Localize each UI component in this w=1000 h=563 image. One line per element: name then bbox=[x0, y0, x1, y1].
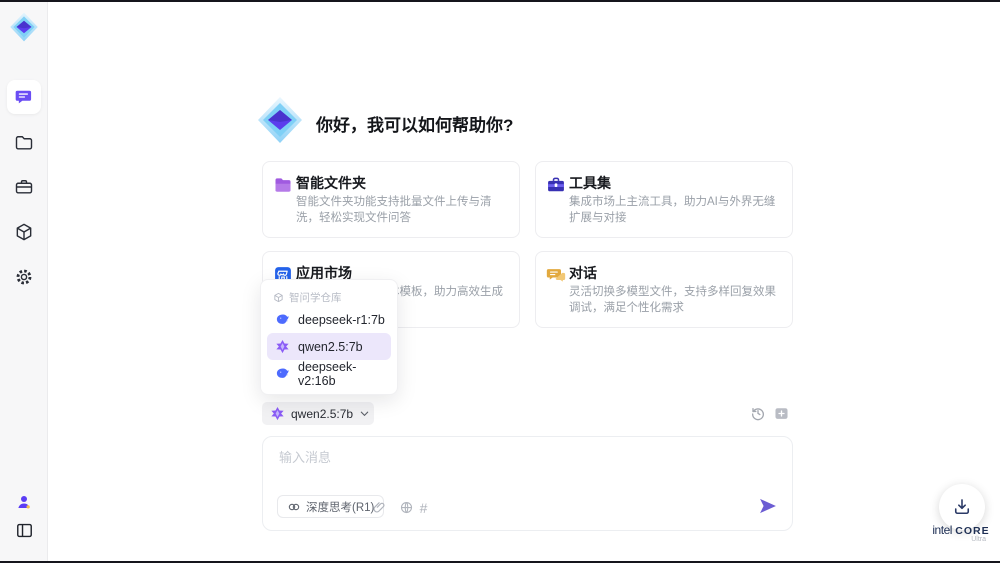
card-dialogue[interactable]: 对话 灵活切换多模型文件，支持多样回复效果调试，满足个性化需求 bbox=[535, 251, 793, 328]
sidebar-item-folders[interactable] bbox=[7, 126, 41, 160]
repo-icon bbox=[273, 292, 284, 303]
deepseek-whale-icon bbox=[275, 366, 290, 381]
sidebar-item-collapse[interactable] bbox=[7, 513, 41, 547]
folder-icon bbox=[14, 133, 34, 153]
greeting-logo-icon bbox=[256, 96, 304, 144]
sidebar-item-models[interactable] bbox=[7, 215, 41, 249]
chat-icon bbox=[14, 87, 34, 107]
greeting-title: 你好，我可以如何帮助你? bbox=[316, 116, 514, 135]
panel-icon bbox=[15, 521, 34, 540]
card-title: 智能文件夹 bbox=[296, 175, 366, 191]
model-dropdown-header: 智问学仓库 bbox=[267, 288, 391, 306]
card-title: 对话 bbox=[569, 265, 597, 281]
paperclip-icon[interactable] bbox=[371, 499, 388, 516]
card-desc: 集成市场上主流工具，助力AI与外界无缝扩展与对接 bbox=[569, 196, 776, 224]
intel-core-logo: intel CORE Ultra bbox=[926, 523, 996, 543]
deepthink-icon bbox=[287, 500, 301, 514]
globe-icon[interactable] bbox=[398, 499, 415, 516]
chat-bubbles-icon bbox=[546, 265, 566, 285]
briefcase-icon bbox=[14, 177, 34, 197]
message-input[interactable] bbox=[279, 447, 759, 487]
model-option-label: qwen2.5:7b bbox=[298, 339, 363, 354]
user-icon bbox=[15, 493, 33, 511]
toolset-briefcase-icon bbox=[546, 175, 566, 195]
model-option-deepseek-r1[interactable]: deepseek-r1:7b bbox=[267, 306, 391, 333]
intel-sub-label: Ultra bbox=[971, 536, 986, 543]
model-dropdown-menu: 智问学仓库 deepseek-r1:7b qwen2.5:7b deepseek… bbox=[260, 279, 398, 395]
card-smart-folder[interactable]: 智能文件夹 智能文件夹功能支持批量文件上传与清洗，轻松实现文件问答 bbox=[262, 161, 520, 238]
deepthink-label: 深度思考(R1) bbox=[306, 501, 375, 514]
intel-wordmark: intel bbox=[932, 523, 952, 537]
model-option-qwen[interactable]: qwen2.5:7b bbox=[267, 333, 391, 360]
card-desc: 灵活切换多模型文件，支持多样回复效果调试，满足个性化需求 bbox=[569, 286, 776, 314]
purple-folder-icon bbox=[273, 175, 293, 195]
model-option-deepseek-v2[interactable]: deepseek-v2:16b bbox=[267, 359, 391, 388]
model-option-label: deepseek-r1:7b bbox=[298, 312, 385, 327]
history-icon[interactable] bbox=[749, 404, 767, 422]
send-icon[interactable] bbox=[756, 494, 780, 518]
chevron-down-icon bbox=[359, 408, 370, 419]
gear-icon bbox=[14, 267, 34, 287]
qwen-icon bbox=[275, 339, 290, 354]
card-title: 工具集 bbox=[569, 175, 611, 191]
sidebar-item-settings[interactable] bbox=[7, 260, 41, 294]
model-selector-value: qwen2.5:7b bbox=[291, 406, 354, 421]
model-option-label: deepseek-v2:16b bbox=[298, 359, 357, 388]
card-toolset[interactable]: 工具集 集成市场上主流工具，助力AI与外界无缝扩展与对接 bbox=[535, 161, 793, 238]
model-selector-button[interactable]: qwen2.5:7b bbox=[262, 402, 374, 425]
deepthink-toggle[interactable]: 深度思考(R1) bbox=[277, 495, 385, 518]
cube-icon bbox=[14, 222, 34, 242]
sidebar-item-chat[interactable] bbox=[7, 80, 41, 114]
hash-icon[interactable]: # bbox=[415, 499, 432, 516]
app-logo-icon bbox=[9, 12, 39, 42]
card-desc: 智能文件夹功能支持批量文件上传与清洗，轻松实现文件问答 bbox=[296, 196, 492, 224]
qwen-icon bbox=[270, 406, 285, 421]
screen-top-edge bbox=[0, 0, 1000, 2]
sidebar bbox=[0, 2, 48, 561]
sidebar-item-toolbox[interactable] bbox=[7, 170, 41, 204]
message-composer: 深度思考(R1) # bbox=[262, 436, 793, 531]
new-chat-icon[interactable] bbox=[772, 404, 790, 422]
model-dropdown-header-label: 智问学仓库 bbox=[289, 291, 342, 304]
deepseek-whale-icon bbox=[275, 312, 290, 327]
